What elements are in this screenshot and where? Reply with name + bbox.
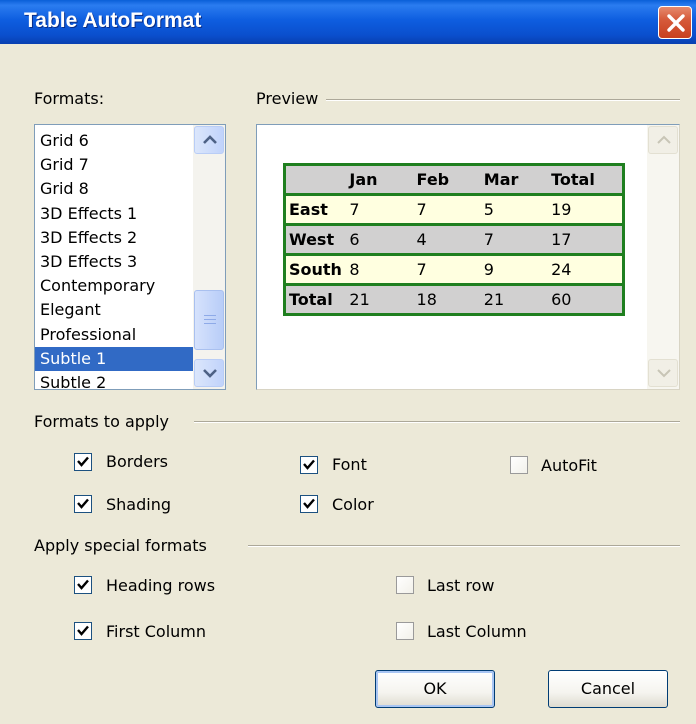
font-label: Font <box>332 455 367 474</box>
ok-button[interactable]: OK <box>375 670 495 708</box>
preview-row-header-cell: South <box>284 254 347 286</box>
preview-row: South 8 7 9 24 <box>284 254 624 286</box>
scroll-down-button[interactable] <box>194 359 224 387</box>
format-list-item[interactable]: 3D Effects 1 <box>35 202 193 226</box>
format-list-item[interactable]: Subtle 2 <box>35 371 193 395</box>
scroll-thumb[interactable] <box>194 290 224 350</box>
preview-table: Jan Feb Mar Total East 7 7 5 19 West 6 4 7 17 South 8 7 9… <box>283 163 625 316</box>
first-column-label: First Column <box>106 622 207 641</box>
preview-header-cell: Total <box>548 164 624 196</box>
scroll-up-arrow-icon <box>657 135 671 144</box>
autofit-label: AutoFit <box>541 456 597 475</box>
preview-cell: 7 <box>413 194 481 226</box>
preview-row-header-cell: Total <box>284 284 347 315</box>
first-column-checkbox[interactable] <box>74 622 92 640</box>
preview-header-cell <box>284 164 347 196</box>
preview-cell: 21 <box>346 284 414 315</box>
preview-row: Total 21 18 21 60 <box>284 284 624 315</box>
format-list-item[interactable]: Subtle 1 <box>35 346 193 371</box>
dialog-title: Table AutoFormat <box>24 9 202 32</box>
preview-cell: 17 <box>548 224 624 256</box>
preview-label: Preview <box>256 89 319 108</box>
checkmark-icon <box>77 456 89 467</box>
preview-scroll-up-button <box>648 126 678 154</box>
last-column-checkbox[interactable] <box>396 622 414 640</box>
shading-checkbox[interactable] <box>74 495 92 513</box>
preview-cell: 4 <box>413 224 481 256</box>
format-list-item[interactable]: Grid 6 <box>35 129 193 153</box>
preview-cell: 21 <box>480 284 549 315</box>
preview-cell: 7 <box>346 194 414 226</box>
formats-to-apply-label: Formats to apply <box>34 412 169 431</box>
checkmark-icon <box>303 498 315 509</box>
preview-cell: 9 <box>480 254 549 286</box>
last-row-label: Last row <box>427 576 495 595</box>
preview-header-cell: Mar <box>480 164 549 196</box>
formats-list: Grid 6 Grid 7 Grid 8 3D Effects 1 3D Effects… <box>35 129 193 395</box>
borders-label: Borders <box>106 452 168 471</box>
preview-row: East 7 7 5 19 <box>284 194 624 226</box>
special-formats-divider <box>248 545 680 547</box>
font-checkbox[interactable] <box>300 456 318 474</box>
heading-rows-checkbox[interactable] <box>74 576 92 594</box>
preview-cell: 19 <box>548 194 624 226</box>
cancel-button[interactable]: Cancel <box>548 670 668 708</box>
checkmark-icon <box>77 498 89 509</box>
close-icon <box>667 14 685 32</box>
shading-label: Shading <box>106 495 171 514</box>
preview-row-header-cell: West <box>284 224 347 256</box>
format-list-item[interactable]: Professional <box>35 323 193 347</box>
preview-cell: 6 <box>346 224 414 256</box>
table-autoformat-dialog: Table AutoFormat Formats: Grid 6 Grid 7 Gr… <box>0 0 696 724</box>
preview-row-header-cell: East <box>284 194 347 226</box>
preview-cell: 18 <box>413 284 481 315</box>
autofit-checkbox[interactable] <box>510 456 528 474</box>
color-checkbox[interactable] <box>300 495 318 513</box>
scroll-down-arrow-icon <box>203 369 217 378</box>
borders-checkbox[interactable] <box>74 453 92 471</box>
preview-cell: 7 <box>413 254 481 286</box>
format-list-item[interactable]: Contemporary <box>35 274 193 298</box>
formats-label: Formats: <box>34 89 105 108</box>
title-bar[interactable]: Table AutoFormat <box>0 0 696 44</box>
formats-to-apply-divider <box>194 421 680 423</box>
preview-scroll-down-button <box>648 359 678 387</box>
scroll-up-arrow-icon <box>203 135 217 144</box>
close-button[interactable] <box>658 6 692 39</box>
scroll-down-arrow-icon <box>657 369 671 378</box>
color-label: Color <box>332 495 374 514</box>
preview-cell: 7 <box>480 224 549 256</box>
preview-header-cell: Jan <box>346 164 414 196</box>
special-formats-label: Apply special formats <box>34 536 207 555</box>
checkmark-icon <box>303 459 315 470</box>
checkmark-icon <box>77 579 89 590</box>
formats-listbox[interactable]: Grid 6 Grid 7 Grid 8 3D Effects 1 3D Effects… <box>34 124 226 392</box>
formats-scrollbar[interactable] <box>193 125 225 389</box>
preview-cell: 24 <box>548 254 624 286</box>
preview-row: West 6 4 7 17 <box>284 224 624 256</box>
preview-header-cell: Feb <box>413 164 481 196</box>
preview-cell: 8 <box>346 254 414 286</box>
checkmark-icon <box>77 625 89 636</box>
format-list-item[interactable]: Grid 7 <box>35 153 193 177</box>
preview-cell: 60 <box>548 284 624 315</box>
last-row-checkbox[interactable] <box>396 576 414 594</box>
preview-header-row: Jan Feb Mar Total <box>284 164 624 196</box>
format-list-item[interactable]: Elegant <box>35 298 193 322</box>
heading-rows-label: Heading rows <box>106 576 216 595</box>
last-column-label: Last Column <box>427 622 527 641</box>
preview-cell: 5 <box>480 194 549 226</box>
format-list-item[interactable]: 3D Effects 2 <box>35 226 193 250</box>
format-list-item[interactable]: 3D Effects 3 <box>35 250 193 274</box>
format-list-item[interactable]: Grid 8 <box>35 177 193 201</box>
preview-scrollbar <box>647 125 679 389</box>
preview-divider <box>326 99 680 101</box>
scroll-up-button[interactable] <box>194 126 224 154</box>
